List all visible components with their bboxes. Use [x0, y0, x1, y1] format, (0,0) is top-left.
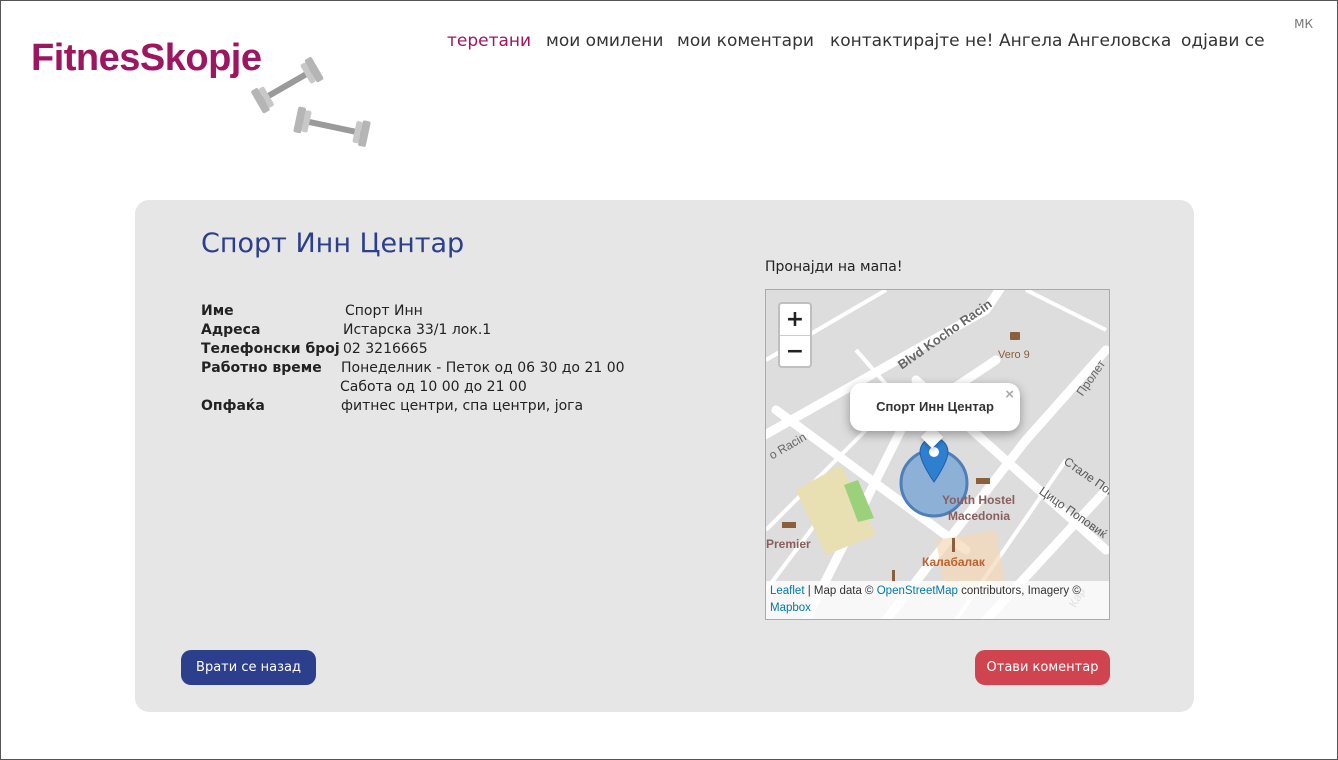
map-tiles[interactable]: Blvd Kocho Racin Vero 9 Пролет o Racin Y…	[766, 290, 1109, 619]
language-switch[interactable]: МК	[1294, 17, 1313, 31]
info-value: Понеделник - Петок од 06 30 до 21 00	[341, 360, 625, 376]
info-value: Истарска 33/1 лок.1	[343, 322, 492, 338]
info-value: Спорт Инн	[345, 303, 423, 319]
map-label: Пронајди на мапа!	[765, 259, 903, 275]
osm-link[interactable]: OpenStreetMap	[877, 585, 958, 597]
info-label: Опфаќа	[201, 398, 265, 414]
popup-title: Спорт Инн Центар	[876, 399, 994, 414]
zoom-out-button[interactable]: −	[780, 336, 810, 367]
main-nav: теретани мои омилени мои коментари конта…	[1, 31, 1337, 55]
info-value: фитнес центри, спа центри, јога	[341, 398, 584, 414]
popup-close-button[interactable]: ×	[1005, 371, 1014, 419]
zoom-control: + −	[778, 302, 812, 368]
nav-item-contact[interactable]: контактирајте не!	[830, 31, 993, 51]
nav-item-favorites[interactable]: мои омилени	[546, 31, 663, 51]
leave-comment-button[interactable]: Отави коментар	[975, 650, 1110, 685]
info-label: Телефонски број	[201, 341, 340, 357]
svg-text:Калабалак: Калабалак	[922, 555, 986, 569]
info-label: Име	[201, 303, 234, 319]
info-label: Адреса	[201, 322, 261, 338]
gym-title: Спорт Инн Центар	[201, 228, 465, 259]
nav-item-logout[interactable]: одјави се	[1181, 31, 1265, 51]
nav-item-user-profile[interactable]: Ангела Ангеловска	[999, 31, 1171, 51]
nav-item-my-comments[interactable]: мои коментари	[677, 31, 814, 51]
svg-text:Youth Hostel: Youth Hostel	[942, 493, 1015, 507]
map-attribution: Leaflet | Map data © OpenStreetMap contr…	[766, 581, 1109, 619]
nav-item-gyms[interactable]: теретани	[447, 31, 531, 51]
info-label: Работно време	[201, 360, 322, 376]
back-button[interactable]: Врати се назад	[181, 650, 316, 685]
zoom-in-button[interactable]: +	[780, 304, 810, 336]
location-map[interactable]: Blvd Kocho Racin Vero 9 Пролет o Racin Y…	[765, 289, 1110, 620]
svg-text:Vero 9: Vero 9	[998, 349, 1030, 361]
leaflet-link[interactable]: Leaflet	[770, 585, 805, 597]
svg-text:Macedonia: Macedonia	[948, 509, 1010, 523]
info-value: 02 3216665	[343, 341, 428, 357]
map-popup: Спорт Инн Центар ×	[850, 383, 1020, 431]
gym-details-card: Спорт Инн Центар Име Спорт Инн Адреса Ис…	[135, 200, 1194, 712]
dumbbells-icon	[251, 57, 371, 147]
attribution-text: | Map data ©	[804, 585, 877, 597]
svg-text:Premier: Premier	[766, 537, 811, 551]
mapbox-link[interactable]: Mapbox	[770, 602, 811, 614]
attribution-text: contributors, Imagery ©	[957, 585, 1081, 597]
info-value: Сабота од 10 00 до 21 00	[340, 379, 527, 395]
